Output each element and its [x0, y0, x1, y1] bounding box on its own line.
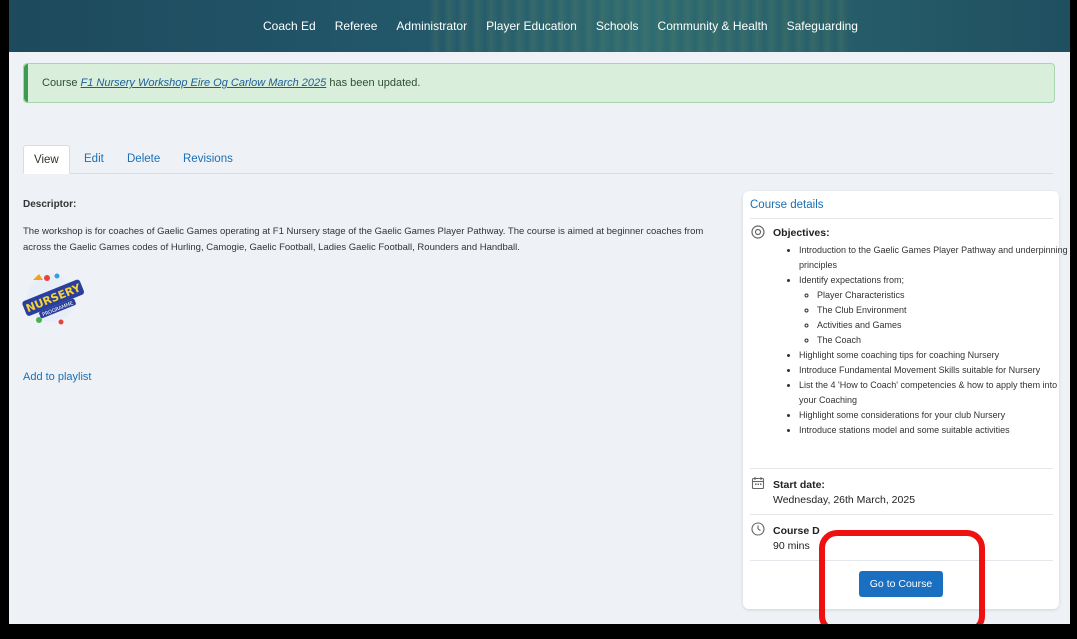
- nav-item-referee[interactable]: Referee: [335, 19, 378, 33]
- start-date-label: Start date:: [773, 479, 825, 491]
- objective-sublist: Player Characteristics The Club Environm…: [799, 288, 1069, 348]
- objective-subitem: The Coach: [817, 333, 1069, 348]
- divider: [750, 514, 1053, 515]
- objective-item: Introduce Fundamental Movement Skills su…: [799, 363, 1069, 378]
- objective-item: Introduce stations model and some suitab…: [799, 423, 1069, 438]
- tab-edit[interactable]: Edit: [84, 145, 104, 173]
- tab-revisions[interactable]: Revisions: [183, 145, 233, 173]
- descriptor-text: The workshop is for coaches of Gaelic Ga…: [23, 226, 704, 253]
- nursery-programme-logo: NURSERY PROGRAMME: [22, 273, 85, 325]
- status-message: Course F1 Nursery Workshop Eire Og Carlo…: [23, 63, 1055, 103]
- local-tasks-tabs: View Edit Delete Revisions: [23, 145, 1053, 174]
- clock-icon: [751, 522, 765, 536]
- highlight-annotation: [819, 530, 985, 624]
- add-to-playlist-link[interactable]: Add to playlist: [23, 371, 91, 383]
- objective-text: Identify expectations from;: [799, 275, 905, 285]
- divider: [750, 218, 1053, 219]
- nav-item-safeguarding[interactable]: Safeguarding: [787, 19, 858, 33]
- objective-item: Highlight some considerations for your c…: [799, 408, 1069, 423]
- nav-menu: Coach Ed Referee Administrator Player Ed…: [263, 0, 877, 52]
- tab-delete[interactable]: Delete: [127, 145, 160, 173]
- course-duration-value: 90 mins: [773, 540, 810, 552]
- top-navigation: Coach Ed Referee Administrator Player Ed…: [9, 0, 1070, 52]
- course-link[interactable]: F1 Nursery Workshop Eire Og Carlow March…: [81, 77, 327, 89]
- status-message-accent: [24, 64, 28, 102]
- divider: [750, 468, 1053, 469]
- objectives-label: Objectives:: [773, 227, 830, 239]
- objective-subitem: Player Characteristics: [817, 288, 1069, 303]
- descriptor-label: Descriptor:: [23, 199, 77, 210]
- status-message-prefix: Course: [42, 77, 81, 89]
- objectives-list: Introduction to the Gaelic Games Player …: [785, 243, 1069, 438]
- nav-item-schools[interactable]: Schools: [596, 19, 639, 33]
- objective-item: Highlight some coaching tips for coachin…: [799, 348, 1069, 363]
- objective-item: Introduction to the Gaelic Games Player …: [799, 243, 1069, 273]
- status-message-text: Course F1 Nursery Workshop Eire Og Carlo…: [42, 77, 420, 89]
- tab-view[interactable]: View: [23, 145, 70, 174]
- calendar-icon: [751, 477, 765, 490]
- course-details-title: Course details: [750, 199, 824, 211]
- page-frame: Coach Ed Referee Administrator Player Ed…: [9, 0, 1070, 624]
- target-icon: [751, 225, 765, 239]
- objective-item: Identify expectations from; Player Chara…: [799, 273, 1069, 348]
- start-date-value: Wednesday, 26th March, 2025: [773, 494, 916, 506]
- nav-item-community-health[interactable]: Community & Health: [658, 19, 768, 33]
- nav-item-coach-ed[interactable]: Coach Ed: [263, 19, 316, 33]
- objective-subitem: Activities and Games: [817, 318, 1069, 333]
- objective-item: List the 4 'How to Coach' competencies &…: [799, 378, 1069, 408]
- status-message-suffix: has been updated.: [326, 77, 421, 89]
- nav-item-administrator[interactable]: Administrator: [396, 19, 467, 33]
- course-duration-label: Course D: [773, 525, 820, 537]
- objective-subitem: The Club Environment: [817, 303, 1069, 318]
- nav-item-player-education[interactable]: Player Education: [486, 19, 577, 33]
